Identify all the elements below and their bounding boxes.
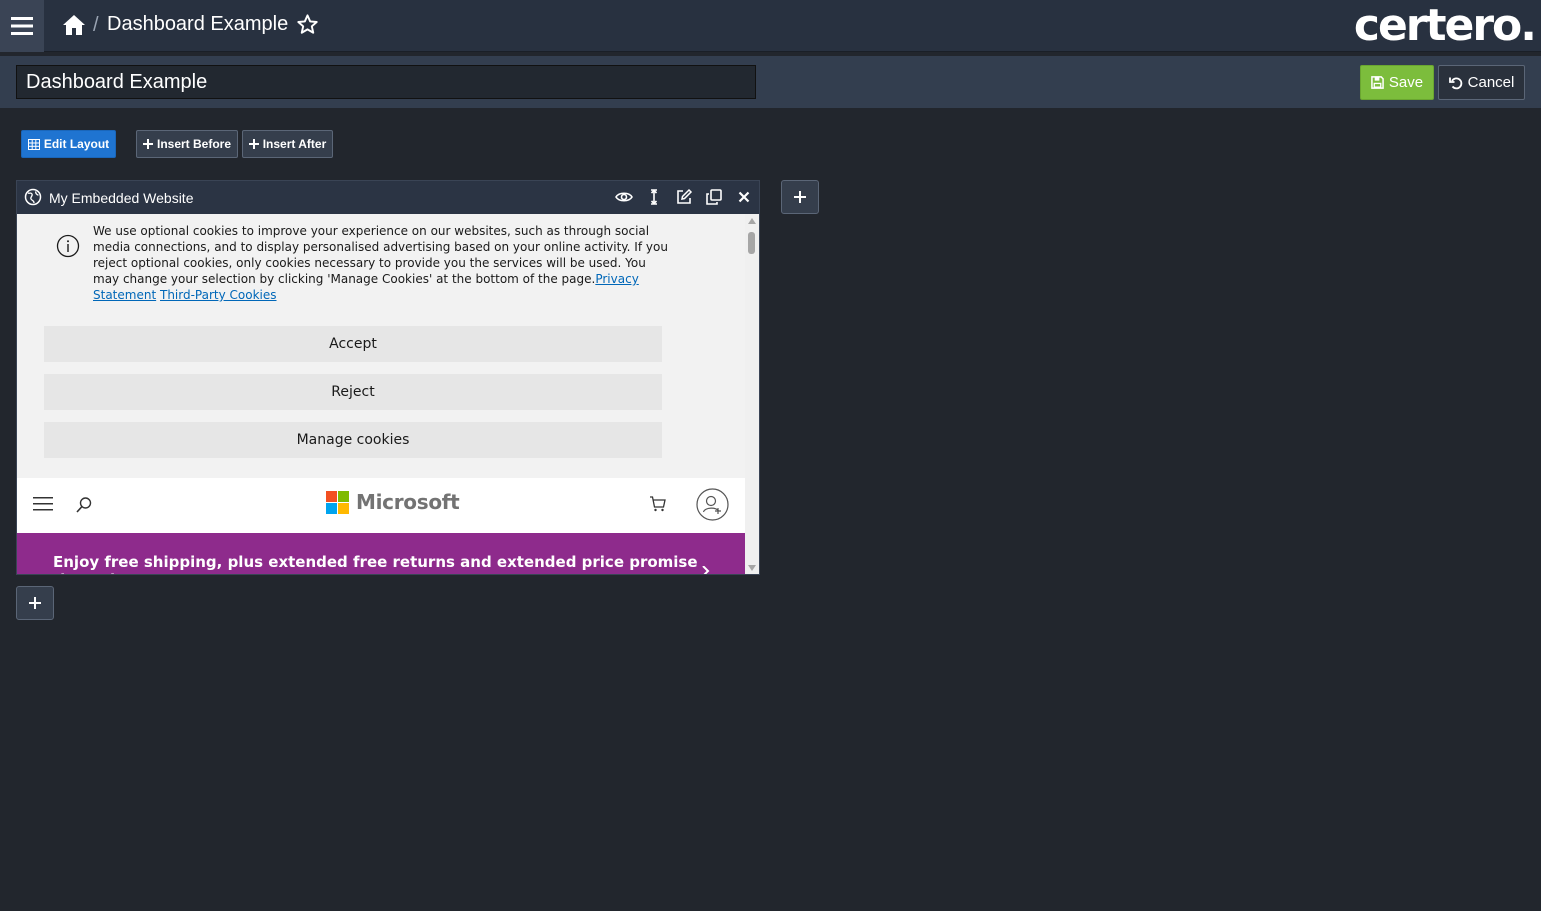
edit-layout-button[interactable]: Edit Layout [21, 130, 116, 158]
user-icon[interactable] [696, 488, 729, 521]
plus-icon [29, 597, 41, 609]
edit-layout-label: Edit Layout [43, 137, 110, 151]
insert-after-label: Insert After [262, 137, 327, 151]
insert-after-button[interactable]: Insert After [242, 130, 333, 158]
cancel-button[interactable]: Cancel [1438, 65, 1525, 100]
title-bar: Save Cancel [0, 56, 1541, 108]
close-icon[interactable] [735, 188, 753, 206]
scroll-down-arrow[interactable] [748, 565, 756, 571]
info-icon [56, 234, 80, 258]
microsoft-logo-text: Microsoft [356, 490, 460, 514]
insert-before-label: Insert Before [156, 137, 232, 151]
embedded-website-frame[interactable]: We use optional cookies to improve your … [17, 214, 745, 575]
menu-icon [11, 17, 33, 35]
star-icon[interactable] [296, 13, 319, 36]
embed-scrollbar[interactable] [745, 214, 759, 574]
promo-text: Enjoy free shipping, plus extended free … [53, 553, 698, 574]
cookie-notice-text: We use optional cookies to improve your … [93, 223, 673, 303]
resize-icon[interactable] [645, 188, 663, 206]
copy-icon[interactable] [705, 188, 723, 206]
search-icon[interactable] [75, 496, 93, 514]
breadcrumb-separator: / [93, 14, 99, 36]
home-icon[interactable] [62, 13, 86, 37]
plus-icon [142, 139, 153, 149]
insert-before-button[interactable]: Insert Before [136, 130, 238, 158]
plus-icon [248, 139, 259, 149]
promo-banner[interactable]: Enjoy free shipping, plus extended free … [17, 533, 745, 575]
globe-icon [24, 188, 42, 206]
chevron-right-icon[interactable] [701, 566, 711, 575]
microsoft-logo-squares [326, 490, 349, 514]
embedded-website-widget: My Embedded Website We use optional cook… [16, 180, 760, 575]
dashboard-title-input[interactable] [16, 65, 756, 99]
cookie-message: We use optional cookies to improve your … [93, 224, 668, 286]
cancel-label: Cancel [1467, 74, 1515, 91]
add-widget-below-button[interactable] [16, 586, 54, 620]
brand-logo: certero. [1353, 0, 1537, 51]
top-bar: / Dashboard Example certero. [0, 0, 1541, 52]
cart-icon[interactable] [649, 495, 667, 513]
eye-icon[interactable] [615, 188, 633, 206]
add-widget-right-button[interactable] [781, 180, 819, 214]
undo-icon [1448, 76, 1462, 89]
scroll-thumb[interactable] [748, 232, 755, 254]
save-icon [1371, 76, 1384, 89]
widget-title: My Embedded Website [49, 190, 194, 206]
scroll-up-arrow[interactable] [748, 218, 756, 224]
accept-button[interactable]: Accept [44, 326, 662, 362]
microsoft-logo[interactable]: Microsoft [326, 490, 460, 514]
microsoft-nav-bar: Microsoft [17, 478, 745, 533]
grid-icon [27, 138, 40, 150]
breadcrumb-title: Dashboard Example [107, 13, 289, 35]
plus-icon [794, 191, 806, 203]
save-label: Save [1388, 74, 1424, 91]
manage-cookies-button[interactable]: Manage cookies [44, 422, 662, 458]
widget-header: My Embedded Website [17, 181, 759, 214]
reject-button[interactable]: Reject [44, 374, 662, 410]
menu-button[interactable] [0, 0, 44, 52]
save-button[interactable]: Save [1360, 65, 1434, 100]
edit-icon[interactable] [675, 188, 693, 206]
third-party-cookies-link[interactable]: Third-Party Cookies [160, 288, 277, 302]
hamburger-icon[interactable] [33, 497, 53, 511]
